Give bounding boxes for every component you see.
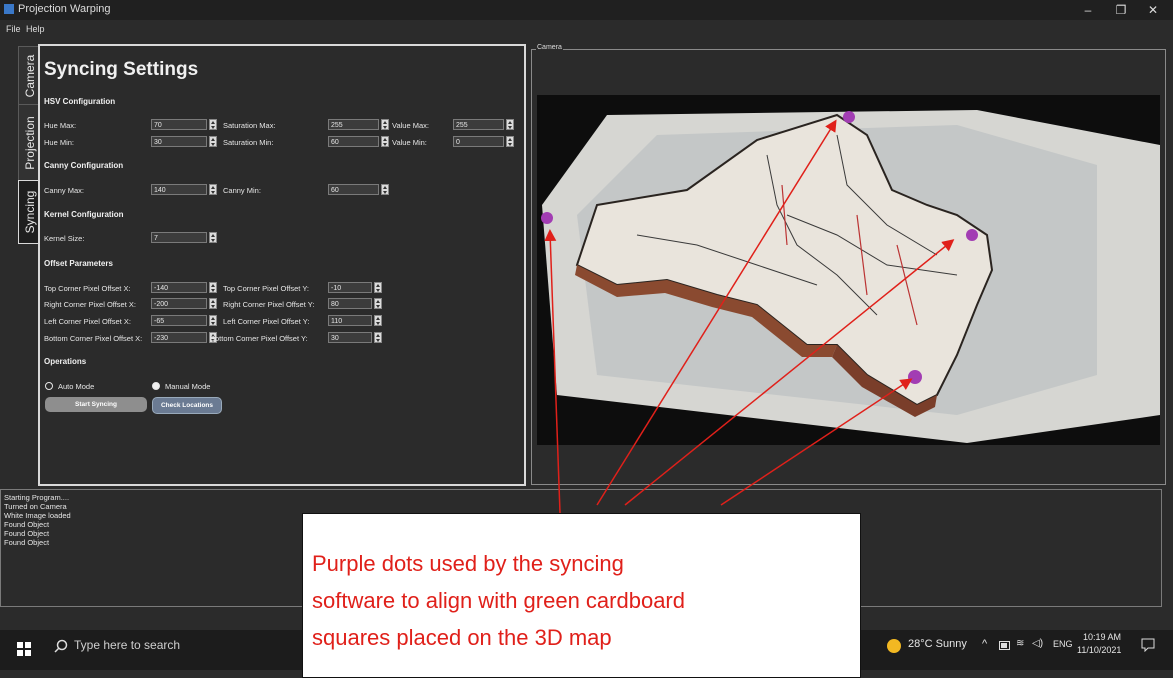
callout-text-line: software to align with green cardboard — [312, 588, 685, 613]
callout-text-line: squares placed on the 3D map — [312, 625, 612, 650]
callout-text-line: Purple dots used by the syncing — [312, 551, 624, 576]
